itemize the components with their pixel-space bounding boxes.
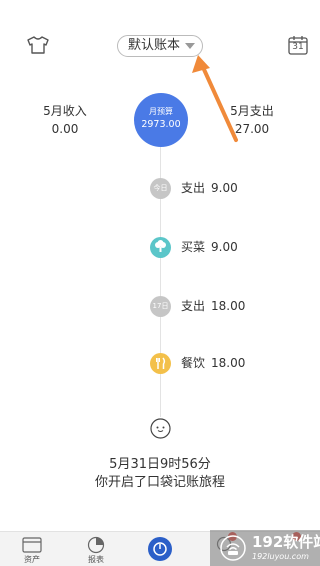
wifi-router-logo-icon [220,535,246,561]
month-income-label: 5月收入 [43,104,87,118]
entry-amount: 18.00 [211,299,246,313]
tab-assets-label: 资产 [24,555,40,564]
account-book-name: 默认账本 [128,38,181,53]
vegetable-broccoli-icon [150,237,171,258]
month-income: 5月收入 0.00 [35,102,95,138]
skin-shirt-icon[interactable] [27,36,49,54]
month-budget-button[interactable]: 月预算 2973.00 [134,93,188,147]
entry-amount: 9.00 [211,240,238,254]
account-book-selector[interactable]: 默认账本 [117,35,203,57]
day-badge: 17日 [150,296,171,317]
pie-chart-icon [87,536,105,554]
wallet-icon [22,537,42,553]
timeline-entry[interactable]: 餐饮 18.00 [0,353,320,375]
tab-reports-label: 报表 [88,555,104,564]
timeline-entry[interactable]: 买菜 9.00 [0,237,320,259]
calendar-day-number: 31 [292,42,304,52]
month-budget-value: 2973.00 [141,119,181,130]
journey-start-datetime: 5月31日9时56分 [109,457,211,472]
month-income-value: 0.00 [51,122,79,136]
watermark-subtitle: 192luyou.com [252,552,309,561]
tab-reports[interactable]: 报表 [64,532,128,566]
entry-amount: 18.00 [211,356,246,370]
tab-assets[interactable]: 资产 [0,532,64,566]
entry-category: 餐饮 [181,356,206,370]
month-budget-label: 月预算 [149,107,173,116]
site-watermark: 192软件站 192luyou.com [210,530,320,566]
month-expense-value: 27.00 [234,122,270,136]
month-expense: 5月支出 27.00 [222,102,282,138]
today-badge: 今日 [150,178,171,199]
add-icon [153,542,167,556]
entry-category: 支出 [181,299,206,313]
chevron-down-icon [185,43,195,49]
top-bar: 默认账本 31 [0,0,320,90]
timeline-entry[interactable]: 17日 支出 18.00 [0,296,320,318]
entry-category: 买菜 [181,240,206,254]
journey-start-message: 你开启了口袋记账旅程 [94,475,225,490]
entry-amount: 9.00 [211,181,238,195]
smile-face-icon [150,418,171,439]
month-expense-label: 5月支出 [230,104,274,118]
fork-knife-icon [150,353,171,374]
timeline-entry[interactable]: 今日 支出 9.00 [0,178,320,200]
entry-category: 支出 [181,181,206,195]
add-record-button[interactable] [148,537,172,561]
watermark-title: 192软件站 [252,533,320,551]
calendar-icon[interactable]: 31 [288,35,308,55]
